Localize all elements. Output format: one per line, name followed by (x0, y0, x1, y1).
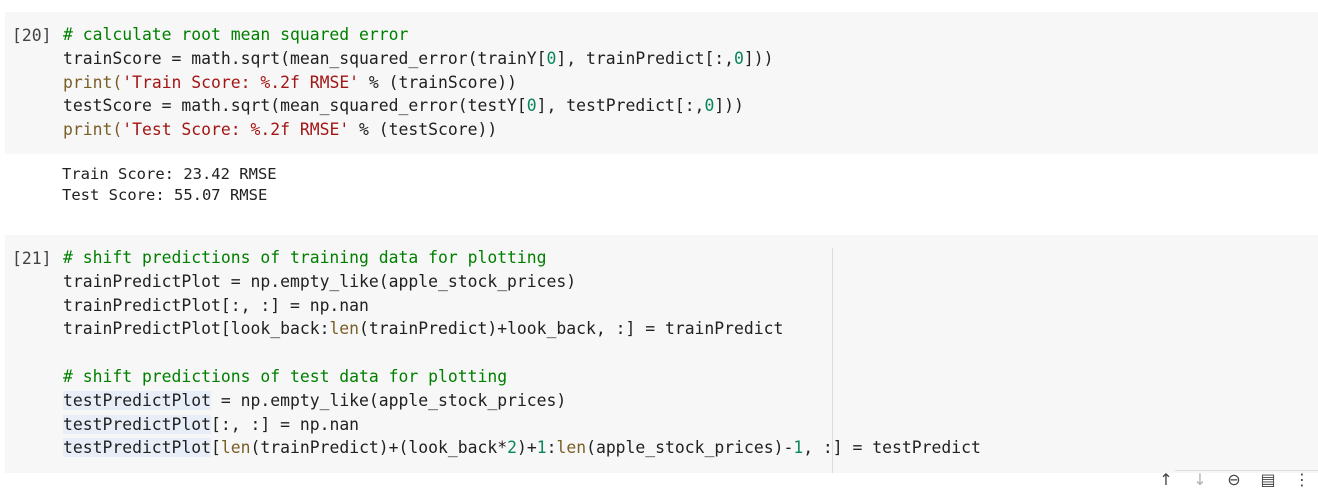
code-line: testPredictPlot[len(trainPredict)+(look_… (63, 436, 981, 460)
code-token: trainPredictPlot = np.empty_like(apple_s… (63, 271, 577, 291)
code-token: len (556, 438, 587, 458)
code-line: testScore = math.sqrt(mean_squared_error… (63, 94, 774, 118)
code-token: testPredictPlot (63, 414, 212, 434)
code-token: # shift predictions of test data for plo… (63, 366, 508, 386)
code-line: # calculate root mean squared error (63, 23, 774, 47)
code-token: 0 (734, 48, 744, 68)
move-down-icon[interactable]: ↓ (1190, 471, 1210, 489)
code-token: print( (63, 72, 123, 92)
code-token: [ (211, 438, 221, 458)
execution-count: [20] (12, 26, 52, 45)
link-icon[interactable]: ⊖ (1224, 471, 1244, 489)
ruler-line (832, 248, 833, 473)
code-token: , :] = testPredict (803, 438, 981, 458)
code-token: ])) (714, 96, 744, 116)
code-line: # shift predictions of training data for… (63, 246, 981, 270)
code-cell-21[interactable]: [21] # shift predictions of training dat… (5, 235, 1318, 473)
code-token: (trainPredict)+(look_back* (250, 438, 508, 458)
code-token: len (220, 438, 251, 458)
code-token: 1 (536, 438, 547, 458)
code-token: 0 (526, 96, 537, 116)
comment-icon[interactable]: ▤ (1258, 471, 1278, 489)
code-token: 0 (546, 48, 557, 68)
code-token: 1 (793, 438, 804, 458)
code-cell-20[interactable]: [20] # calculate root mean squared error… (5, 12, 1318, 154)
code-line: trainScore = math.sqrt(mean_squared_erro… (63, 47, 774, 71)
code-token: ], trainPredict[:, (556, 48, 735, 68)
code-token: trainScore = math.sqrt(mean_squared_erro… (63, 48, 547, 68)
code-token: # calculate root mean squared error (63, 25, 409, 44)
cell-toolbar: ↑ ↓ ⊖ ▤ ⋮ (1156, 470, 1312, 489)
code-token: (trainPredict)+look_back, :] = trainPred… (359, 319, 784, 339)
code-token: 0 (704, 96, 715, 116)
cell-output: Train Score: 23.42 RMSE Test Score: 55.07… (62, 164, 277, 206)
output-line: Train Score: 23.42 RMSE (62, 165, 277, 183)
code-line: testPredictPlot[:, :] = np.nan (63, 413, 981, 437)
code-token: 'Train Score: %.2f RMSE' (122, 72, 360, 92)
more-icon[interactable]: ⋮ (1292, 471, 1312, 489)
code-token: # shift predictions of training data for… (63, 248, 547, 267)
code-token: testScore = math.sqrt(mean_squared_error… (63, 96, 527, 116)
code-line: print('Train Score: %.2f RMSE' % (trainS… (63, 71, 774, 95)
code-token: len (329, 319, 360, 339)
code-line: # shift predictions of test data for plo… (63, 365, 981, 389)
code-token: ])) (743, 48, 774, 68)
code-token: [:, :] = np.nan (211, 414, 360, 434)
code-token: = np.empty_like(apple_stock_prices) (211, 390, 567, 410)
output-line: Test Score: 55.07 RMSE (62, 186, 268, 204)
code-token: ], testPredict[:, (536, 96, 705, 116)
code-line: testPredictPlot = np.empty_like(apple_st… (63, 389, 981, 413)
code-token: % (trainScore)) (359, 72, 517, 92)
code-editor[interactable]: # calculate root mean squared error train… (63, 23, 774, 142)
code-line: print('Test Score: %.2f RMSE' % (testSco… (63, 118, 774, 142)
code-line: trainPredictPlot[:, :] = np.nan (63, 294, 981, 318)
code-token: % (testScore)) (349, 120, 498, 140)
code-token: 'Test Score: %.2f RMSE' (122, 120, 350, 140)
code-line: trainPredictPlot[look_back:len(trainPred… (63, 317, 981, 341)
execution-count: [21] (12, 249, 52, 268)
code-token: )+ (516, 438, 537, 458)
code-editor[interactable]: # shift predictions of training data for… (63, 246, 981, 460)
code-token: trainPredictPlot[:, :] = np.nan (63, 295, 369, 315)
code-token: 2 (507, 438, 517, 458)
code-token: testPredictPlot (63, 438, 212, 458)
code-token: (apple_stock_prices)- (586, 438, 794, 458)
code-token: testPredictPlot (63, 390, 212, 410)
code-token: : (546, 438, 557, 458)
code-line: trainPredictPlot = np.empty_like(apple_s… (63, 270, 981, 294)
code-token: print( (63, 120, 123, 140)
code-token: trainPredictPlot[look_back: (63, 319, 330, 339)
move-up-icon[interactable]: ↑ (1156, 471, 1176, 489)
